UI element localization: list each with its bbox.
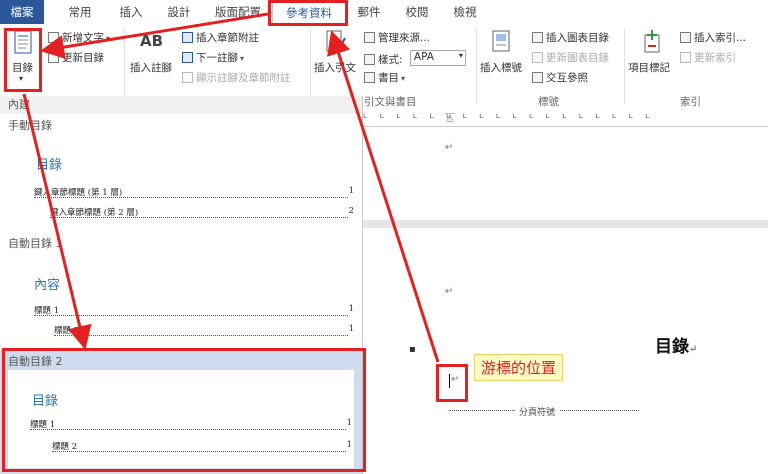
annotation-arrows: [22, 12, 440, 363]
arrow-to-toc-button: [40, 12, 269, 59]
arrow-to-auto-toc-2: [22, 93, 92, 350]
arrow-to-references-tab: [327, 30, 440, 363]
